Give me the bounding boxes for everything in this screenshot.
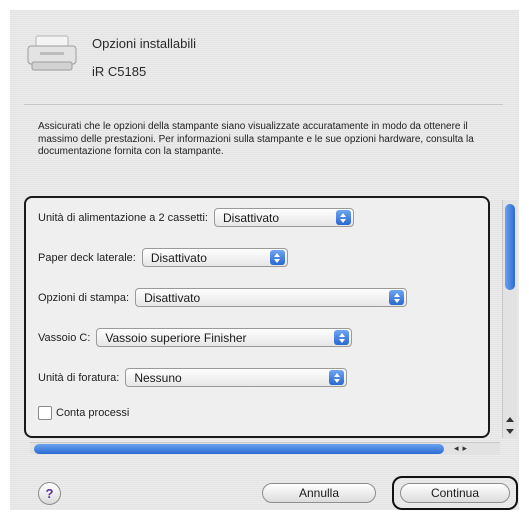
scroll-up-arrow-icon[interactable] [506, 417, 514, 422]
dialog-title: Opzioni installabili [92, 36, 197, 51]
paper-deck-popup[interactable]: Disattivato [141, 248, 288, 267]
cassette-unit-value: Disattivato [222, 210, 280, 225]
description-text: Assicurati che le opzioni della stampant… [38, 121, 474, 157]
vertical-scrollbar[interactable] [502, 200, 517, 438]
option-row-print-options: Opzioni di stampa: Disattivato [38, 288, 408, 307]
popup-arrows-icon [334, 330, 350, 345]
vertical-scroll-thumb[interactable] [505, 204, 515, 290]
print-options-popup[interactable]: Disattivato [135, 288, 408, 307]
help-button[interactable]: ? [38, 482, 61, 505]
cancel-button[interactable]: Annulla [262, 483, 376, 503]
popup-arrows-icon [335, 210, 351, 225]
tray-c-label: Vassoio C: [38, 331, 91, 344]
cassette-unit-label: Unità di alimentazione a 2 cassetti: [38, 211, 208, 224]
continue-button[interactable]: Continua [400, 483, 510, 503]
option-row-cassette-unit: Unità di alimentazione a 2 cassetti: Dis… [38, 208, 354, 227]
job-count-label: Conta processi [56, 407, 130, 419]
puncher-value: Nessuno [134, 370, 182, 385]
print-options-value: Disattivato [144, 290, 201, 305]
cassette-unit-popup[interactable]: Disattivato [213, 208, 354, 227]
horizontal-scroll-thumb[interactable] [34, 444, 444, 454]
divider [24, 104, 503, 105]
printer-name: iR C5185 [92, 64, 147, 79]
popup-arrows-icon [269, 250, 285, 265]
tray-c-popup[interactable]: Vassoio superiore Finisher [96, 328, 353, 347]
scroll-down-arrow-icon[interactable] [506, 429, 514, 434]
print-options-label: Opzioni di stampa: [38, 291, 130, 304]
job-count-checkbox[interactable] [38, 406, 52, 420]
popup-arrows-icon [329, 370, 345, 385]
option-row-job-count: Conta processi [38, 406, 129, 420]
puncher-popup[interactable]: Nessuno [125, 368, 348, 387]
options-panel: Unità di alimentazione a 2 cassetti: Dis… [30, 204, 496, 432]
option-row-puncher: Unità di foratura: Nessuno [38, 368, 348, 387]
option-row-tray-c: Vassoio C: Vassoio superiore Finisher [38, 328, 353, 347]
paper-deck-value: Disattivato [150, 250, 207, 265]
horizontal-scrollbar[interactable]: ◂▸ [30, 442, 500, 455]
popup-arrows-icon [389, 290, 405, 305]
scroll-left-right-arrows-icon[interactable]: ◂▸ [454, 443, 471, 454]
puncher-label: Unità di foratura: [38, 371, 120, 384]
paper-deck-label: Paper deck laterale: [38, 251, 136, 264]
printer-icon [27, 35, 77, 71]
option-row-paper-deck: Paper deck laterale: Disattivato [38, 248, 288, 267]
tray-c-value: Vassoio superiore Finisher [105, 330, 247, 345]
